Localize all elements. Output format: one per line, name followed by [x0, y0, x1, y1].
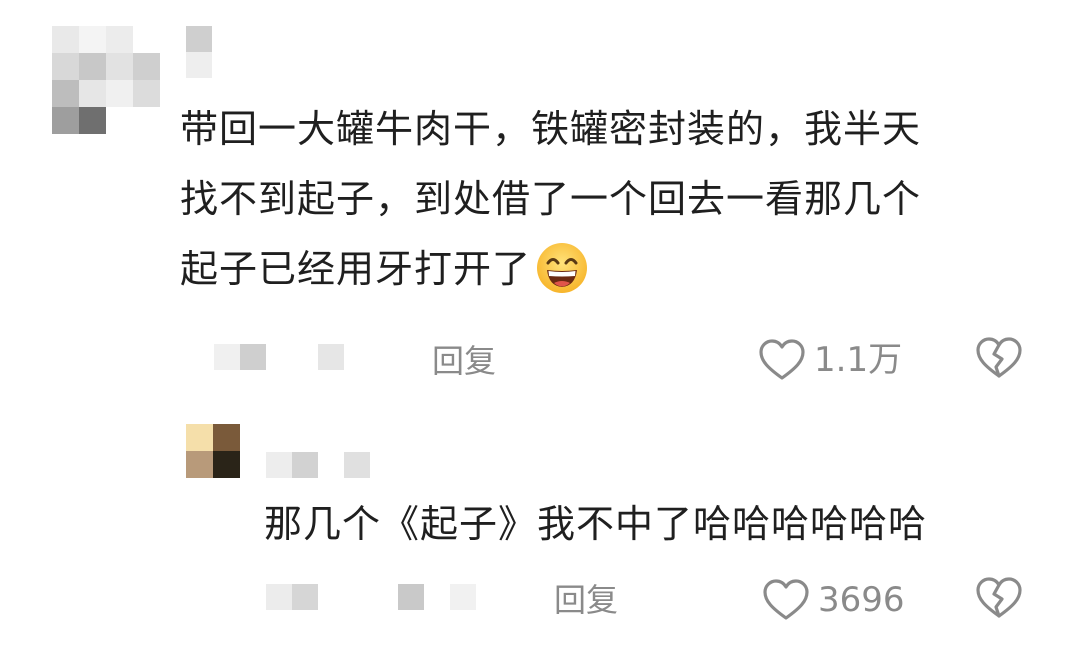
- like-button[interactable]: 1.1万: [758, 338, 902, 382]
- comment-text: 那几个《起子》我不中了哈哈哈哈哈哈: [264, 502, 928, 546]
- heart-outline-icon: [763, 579, 809, 620]
- like-button[interactable]: 3696: [762, 578, 905, 622]
- comment-text: 带回一大罐牛肉干，铁罐密封装的，我半天 找不到起子，到处借了一个回去一看那几个 …: [180, 94, 1040, 304]
- meta-blurred: [266, 584, 480, 612]
- comment-1: 带回一大罐牛肉干，铁罐密封装的，我半天 找不到起子，到处借了一个回去一看那几个 …: [0, 0, 1080, 400]
- meta-blurred: [214, 344, 346, 372]
- username-blurred[interactable]: [186, 26, 212, 78]
- username-blurred[interactable]: [266, 452, 376, 478]
- reply-button[interactable]: 回复: [432, 341, 496, 381]
- reply-comment: 那几个《起子》我不中了哈哈哈哈哈哈 回复 3696: [0, 400, 1080, 647]
- reply-button[interactable]: 回复: [554, 580, 618, 620]
- avatar[interactable]: [52, 26, 160, 134]
- comment-line: 带回一大罐牛肉干，铁罐密封装的，我半天: [180, 107, 922, 151]
- grinning-face-emoji-icon: [537, 242, 588, 293]
- comment-line-text: 起子已经用牙打开了: [180, 247, 532, 291]
- heart-outline-icon: [759, 339, 805, 380]
- like-count: 3696: [818, 580, 905, 620]
- broken-heart-icon: [976, 577, 1022, 618]
- comment-line: 找不到起子，到处借了一个回去一看那几个: [180, 177, 922, 221]
- dislike-button[interactable]: [975, 576, 1023, 624]
- avatar[interactable]: [186, 424, 240, 478]
- dislike-button[interactable]: [975, 336, 1023, 384]
- like-count: 1.1万: [814, 340, 903, 380]
- comment-line: 起子已经用牙打开了: [180, 234, 1040, 304]
- broken-heart-icon: [976, 337, 1022, 378]
